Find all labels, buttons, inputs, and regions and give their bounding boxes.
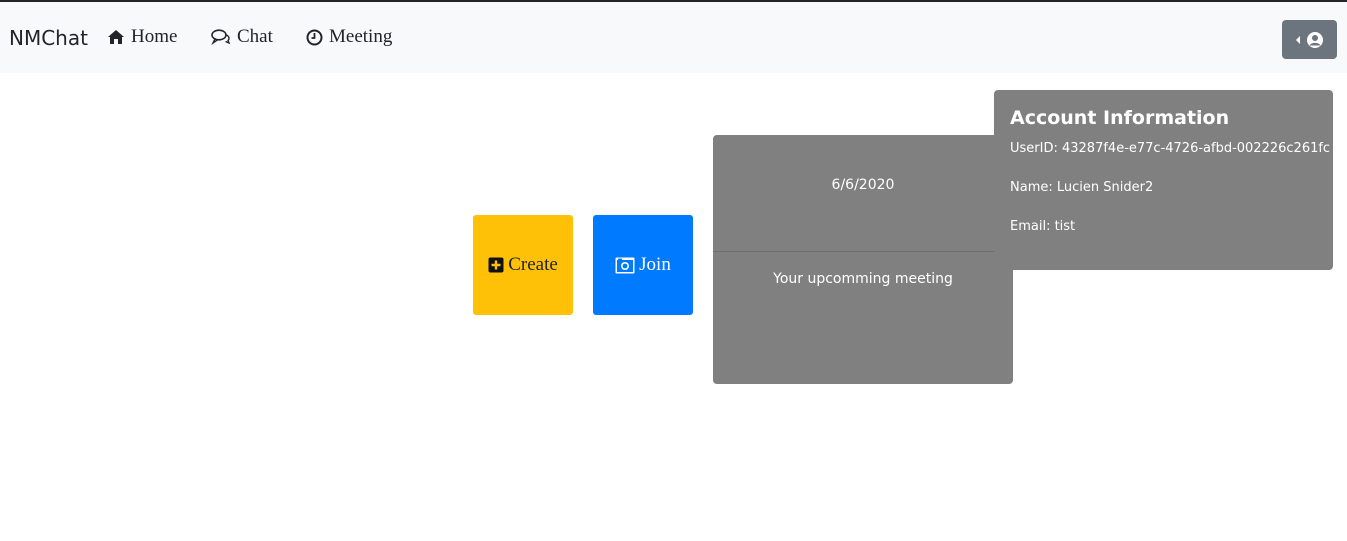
- clock-icon: [306, 29, 323, 45]
- caret-left-icon: [1296, 35, 1300, 44]
- nav-home-label: Home: [131, 26, 178, 47]
- nav-meeting-label: Meeting: [329, 26, 393, 47]
- create-label: Create: [508, 254, 558, 275]
- account-info-title: Account Information: [1010, 107, 1230, 129]
- account-info-popover: Account Information UserID: 43287f4e-e77…: [994, 90, 1333, 270]
- home-icon: [108, 30, 124, 44]
- upcoming-meeting-card: 6/6/2020 Your upcomming meeting: [713, 135, 1013, 384]
- brand-logo[interactable]: NMChat: [9, 26, 88, 50]
- plus-square-icon: [488, 257, 504, 273]
- nav-chat-link[interactable]: Chat: [211, 26, 273, 48]
- camera-icon: [615, 257, 635, 273]
- navbar: NMChat Home Chat Meeting: [0, 2, 1347, 73]
- meeting-date: 6/6/2020: [831, 177, 895, 193]
- user-circle-icon: [1307, 31, 1323, 48]
- account-name: Name: Lucien Snider2: [1010, 180, 1154, 195]
- join-label: Join: [639, 254, 671, 275]
- account-toggle-button[interactable]: [1282, 20, 1337, 59]
- account-userid: UserID: 43287f4e-e77c-4726-afbd-002226c2…: [1010, 141, 1331, 156]
- join-meeting-button[interactable]: Join: [593, 215, 693, 315]
- account-email: Email: tist: [1010, 219, 1076, 234]
- nav-chat-label: Chat: [237, 26, 273, 47]
- nav-meeting-link[interactable]: Meeting: [306, 26, 392, 48]
- nav-home-link[interactable]: Home: [107, 26, 177, 48]
- create-meeting-button[interactable]: Create: [473, 215, 573, 315]
- card-divider: [713, 251, 1013, 252]
- chat-icon: [211, 29, 231, 45]
- meeting-text: Your upcomming meeting: [773, 271, 953, 287]
